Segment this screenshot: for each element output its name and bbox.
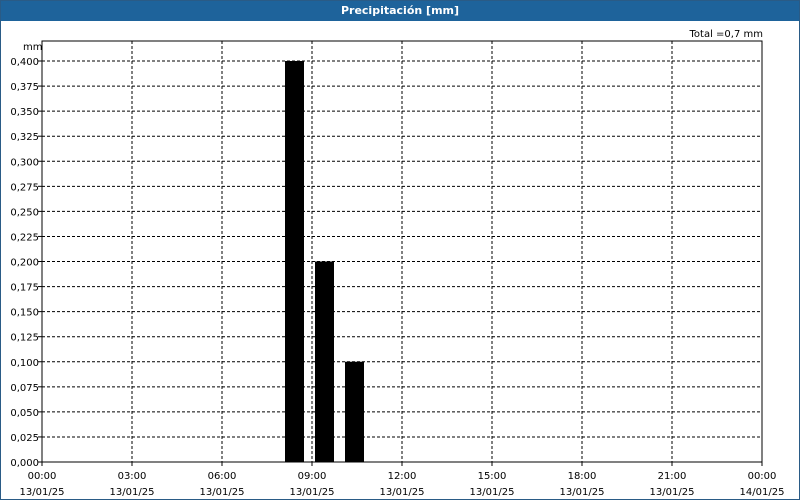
x-tick-label-date: 13/01/25 xyxy=(380,487,425,498)
precipitation-chart: mm Total =0,7 mm 0,000 0,025 0,050 0,075 0,1… xyxy=(10,29,785,498)
x-tick-label-time: 12:00 xyxy=(388,471,417,482)
y-axis-label: mm xyxy=(23,42,42,53)
y-tick-label: 0,225 xyxy=(10,232,39,243)
x-tick-label-time: 06:00 xyxy=(208,471,237,482)
x-tick-label-time: 00:00 xyxy=(748,471,777,482)
y-tick-label: 0,275 xyxy=(10,182,39,193)
x-tick-label-time: 00:00 xyxy=(28,471,57,482)
y-tick-label: 0,175 xyxy=(10,283,39,294)
chart-window: Precipitación [mm] mm Total =0,7 mm 0,00… xyxy=(0,0,800,500)
x-tick-label-date: 13/01/25 xyxy=(560,487,605,498)
y-tick-label: 0,350 xyxy=(10,107,39,118)
y-tick-label: 0,050 xyxy=(10,408,39,419)
x-tick-label-date: 13/01/25 xyxy=(20,487,65,498)
y-tick-label: 0,150 xyxy=(10,308,39,319)
y-tick-label: 0,075 xyxy=(10,383,39,394)
y-tick-label: 0,100 xyxy=(10,358,39,369)
x-tick-label-time: 21:00 xyxy=(658,471,687,482)
y-tick-label: 0,000 xyxy=(10,458,39,469)
y-tick-label: 0,025 xyxy=(10,433,39,444)
y-tick-label: 0,200 xyxy=(10,258,39,269)
y-tick-label: 0,300 xyxy=(10,157,39,168)
x-tick-label-time: 15:00 xyxy=(478,471,507,482)
total-label: Total =0,7 mm xyxy=(689,29,763,40)
x-tick-label-date: 13/01/25 xyxy=(110,487,155,498)
y-tick-label: 0,400 xyxy=(10,57,39,68)
x-tick-label-time: 03:00 xyxy=(118,471,147,482)
y-tick-label: 0,250 xyxy=(10,207,39,218)
data-bar xyxy=(285,61,304,462)
x-tick-label-date: 13/01/25 xyxy=(200,487,245,498)
x-tick-label-date: 13/01/25 xyxy=(290,487,335,498)
x-tick-label-time: 18:00 xyxy=(568,471,597,482)
y-tick-label: 0,325 xyxy=(10,132,39,143)
x-tick-label-date: 14/01/25 xyxy=(740,487,785,498)
x-tick-label-date: 13/01/25 xyxy=(650,487,695,498)
window-title: Precipitación [mm] xyxy=(1,1,799,21)
y-tick-label: 0,375 xyxy=(10,82,39,93)
x-tick-label-time: 09:00 xyxy=(298,471,327,482)
data-bar xyxy=(345,361,364,462)
data-bar xyxy=(315,261,334,462)
x-tick-label-date: 13/01/25 xyxy=(470,487,515,498)
y-tick-label: 0,125 xyxy=(10,333,39,344)
